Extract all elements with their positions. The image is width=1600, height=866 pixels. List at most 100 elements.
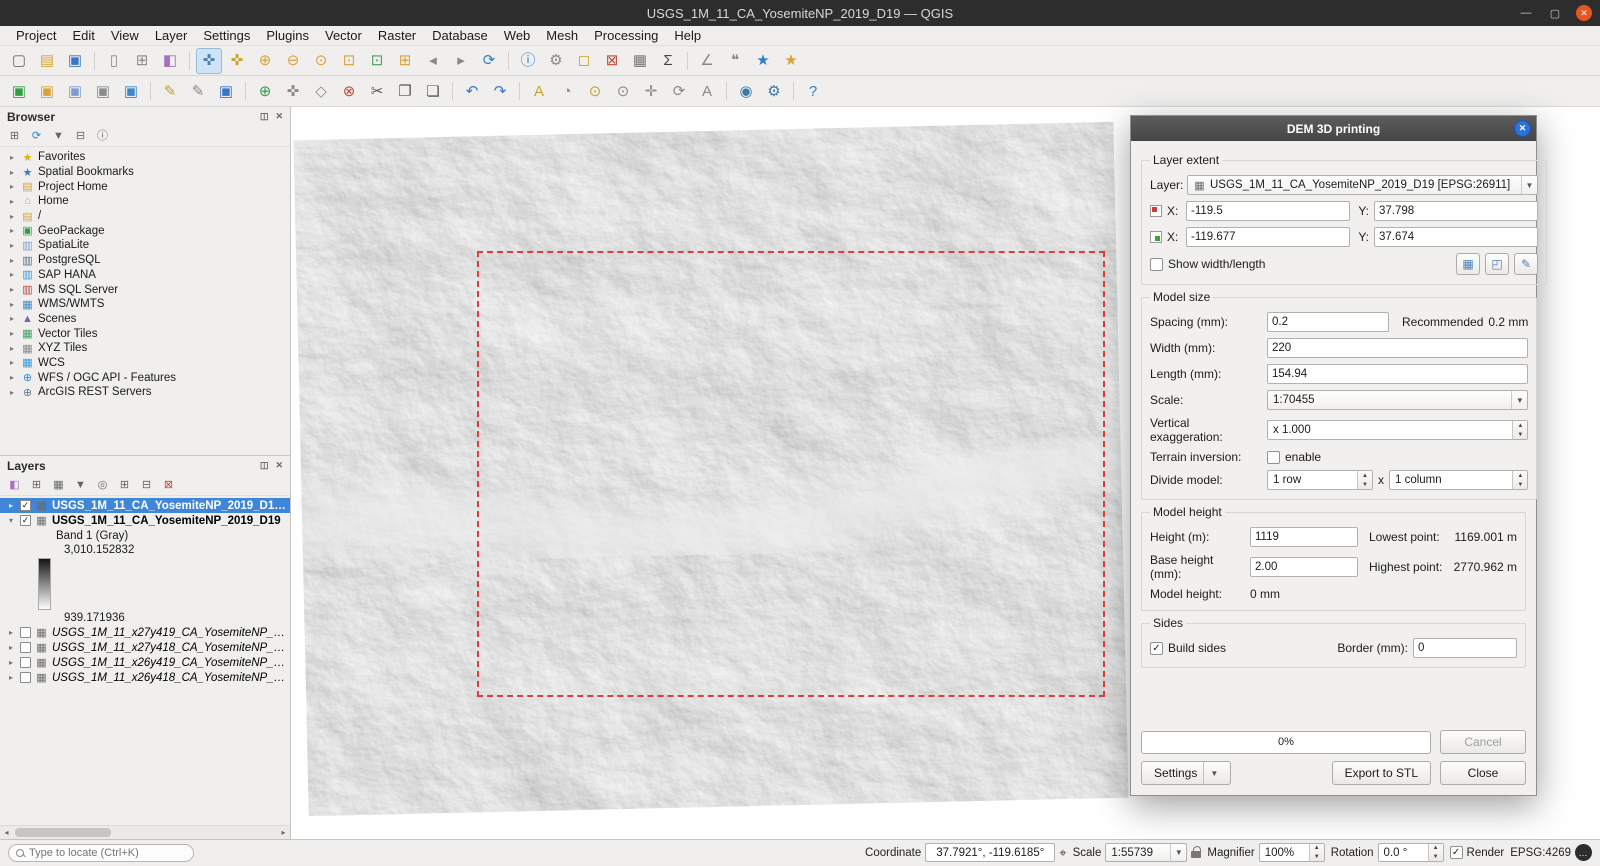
toolbar-button[interactable]: ✜ xyxy=(196,48,222,74)
menu-item[interactable]: Settings xyxy=(195,27,258,44)
length-input[interactable] xyxy=(1267,364,1528,384)
layer-combo[interactable]: ▦ USGS_1M_11_CA_YosemiteNP_2019_D19 [EPS… xyxy=(1187,175,1538,195)
x-max-input[interactable] xyxy=(1186,201,1350,221)
toolbar-button[interactable]: ⊙ xyxy=(308,48,334,74)
scroll-left-icon[interactable]: ◂ xyxy=(0,828,13,837)
base-height-input[interactable] xyxy=(1250,557,1358,577)
extent-from-layer-button[interactable]: ▦ xyxy=(1456,253,1480,275)
layer-item[interactable]: ▦ USGS_1M_11_x26y418_CA_YosemiteNP_2019_… xyxy=(0,670,290,685)
toolbar-button[interactable]: ▣ xyxy=(62,78,88,104)
toolbar-button[interactable]: ⊙ xyxy=(610,78,636,104)
draw-extent-button[interactable]: ✎ xyxy=(1514,253,1538,275)
expander-icon[interactable] xyxy=(7,256,17,265)
spinner-arrows-icon[interactable]: ▲▼ xyxy=(1428,844,1443,861)
expander-icon[interactable] xyxy=(7,197,17,206)
expander-icon[interactable] xyxy=(6,628,16,637)
toolbar-button[interactable]: ⊟ xyxy=(137,476,156,495)
toolbar-button[interactable]: ⊕ xyxy=(252,78,278,104)
border-input[interactable] xyxy=(1413,638,1517,658)
magnifier-spinbox[interactable]: 100% ▲▼ xyxy=(1259,843,1325,862)
scroll-right-icon[interactable]: ▸ xyxy=(277,828,290,837)
visibility-checkbox[interactable] xyxy=(20,642,31,653)
width-input[interactable] xyxy=(1267,338,1528,358)
float-panel-icon[interactable]: ◫ xyxy=(260,460,269,471)
toolbar-button[interactable]: ✂ xyxy=(364,78,390,104)
divide-columns-spinbox[interactable]: 1 column ▲▼ xyxy=(1389,470,1528,490)
toolbar-button[interactable]: ✜ xyxy=(280,78,306,104)
expander-icon[interactable] xyxy=(6,643,16,652)
spinner-arrows-icon[interactable]: ▲▼ xyxy=(1512,471,1527,489)
dialog-close-button[interactable]: ✕ xyxy=(1514,120,1531,137)
toolbar-button[interactable]: ◔ xyxy=(554,78,580,104)
toolbar-button[interactable]: ▼ xyxy=(49,127,68,146)
toolbar-button[interactable]: ⟳ xyxy=(476,48,502,74)
layer-item[interactable]: ▦ USGS_1M_11_CA_YosemiteNP_2019_D19 copy xyxy=(0,498,290,513)
toolbar-button[interactable]: ? xyxy=(800,78,826,104)
height-input[interactable] xyxy=(1250,527,1358,547)
spinner-arrows-icon[interactable]: ▲▼ xyxy=(1357,471,1372,489)
divide-rows-spinbox[interactable]: 1 row ▲▼ xyxy=(1267,470,1373,490)
toolbar-button[interactable]: ★ xyxy=(778,48,804,74)
layer-item[interactable]: ▦ USGS_1M_11_x27y419_CA_YosemiteNP_2019_… xyxy=(0,625,290,640)
expander-icon[interactable] xyxy=(6,516,16,525)
crs-status[interactable]: EPSG:4269 xyxy=(1510,847,1571,859)
layers-horizontal-scrollbar[interactable]: ◂ ▸ xyxy=(0,825,290,839)
toolbar-button[interactable]: ▣ xyxy=(6,78,32,104)
expander-icon[interactable] xyxy=(7,226,17,235)
toolbar-button[interactable]: ▣ xyxy=(118,78,144,104)
expander-icon[interactable] xyxy=(6,658,16,667)
menu-item[interactable]: Layer xyxy=(147,27,196,44)
toolbar-button[interactable]: ▦ xyxy=(627,48,653,74)
toolbar-button[interactable]: ↷ xyxy=(487,78,513,104)
browser-item[interactable]: ▥ SpatiaLite xyxy=(0,238,290,253)
expander-icon[interactable] xyxy=(7,300,17,309)
extent-from-canvas-button[interactable]: ◰ xyxy=(1485,253,1509,275)
scale-combo[interactable]: 1:55739 ▼ xyxy=(1105,843,1187,862)
browser-item[interactable]: ⊕ ArcGIS REST Servers xyxy=(0,385,290,400)
export-to-stl-button[interactable]: Export to STL xyxy=(1332,761,1431,785)
toolbar-button[interactable]: ◎ xyxy=(93,476,112,495)
toolbar-button[interactable]: ▣ xyxy=(213,78,239,104)
expander-icon[interactable] xyxy=(7,373,17,382)
toolbar-button[interactable]: ⊟ xyxy=(71,127,90,146)
toolbar-button[interactable]: ⚙ xyxy=(543,48,569,74)
toolbar-button[interactable]: ▯ xyxy=(101,48,127,74)
browser-item[interactable]: ▦ WMS/WMTS xyxy=(0,297,290,312)
layer-item[interactable]: ▦ USGS_1M_11_x27y418_CA_YosemiteNP_2019_… xyxy=(0,640,290,655)
toolbar-button[interactable]: ⓘ xyxy=(93,127,112,146)
toolbar-button[interactable]: ⊡ xyxy=(364,48,390,74)
toolbar-button[interactable]: ◧ xyxy=(157,48,183,74)
terrain-inversion-checkbox[interactable] xyxy=(1267,451,1280,464)
close-panel-icon[interactable]: ✕ xyxy=(275,460,283,471)
lock-scale-icon[interactable] xyxy=(1191,851,1201,858)
browser-item[interactable]: ▦ Vector Tiles xyxy=(0,326,290,341)
visibility-checkbox[interactable] xyxy=(20,657,31,668)
spacing-input[interactable] xyxy=(1267,312,1389,332)
extent-crosshair-icon[interactable]: ⌖ xyxy=(1059,845,1066,861)
toolbar-button[interactable]: ⊞ xyxy=(129,48,155,74)
toolbar-button[interactable]: ⚙ xyxy=(761,78,787,104)
vertical-exaggeration-spinbox[interactable]: x 1.000 ▲▼ xyxy=(1267,420,1528,440)
toolbar-button[interactable]: ⊠ xyxy=(599,48,625,74)
locate-input[interactable] xyxy=(29,847,186,859)
visibility-checkbox[interactable] xyxy=(20,500,31,511)
cancel-button[interactable]: Cancel xyxy=(1440,730,1526,754)
browser-item[interactable]: ▥ MS SQL Server xyxy=(0,282,290,297)
toolbar-button[interactable]: ⓘ xyxy=(515,48,541,74)
spinner-arrows-icon[interactable]: ▲▼ xyxy=(1512,421,1527,439)
menu-item[interactable]: Mesh xyxy=(538,27,586,44)
expander-icon[interactable] xyxy=(7,329,17,338)
close-dialog-button[interactable]: Close xyxy=(1440,761,1526,785)
toolbar-button[interactable]: Σ xyxy=(655,48,681,74)
menu-item[interactable]: Edit xyxy=(64,27,102,44)
visibility-checkbox[interactable] xyxy=(20,627,31,638)
toolbar-button[interactable]: ⊡ xyxy=(336,48,362,74)
menu-item[interactable]: Vector xyxy=(317,27,370,44)
scale-combo[interactable]: 1:70455 ▼ xyxy=(1267,390,1528,410)
visibility-checkbox[interactable] xyxy=(20,515,31,526)
toolbar-button[interactable]: ↶ xyxy=(459,78,485,104)
settings-button[interactable]: Settings ▼ xyxy=(1141,761,1231,785)
toolbar-button[interactable]: ▢ xyxy=(6,48,32,74)
toolbar-button[interactable]: A xyxy=(694,78,720,104)
expander-icon[interactable] xyxy=(7,285,17,294)
